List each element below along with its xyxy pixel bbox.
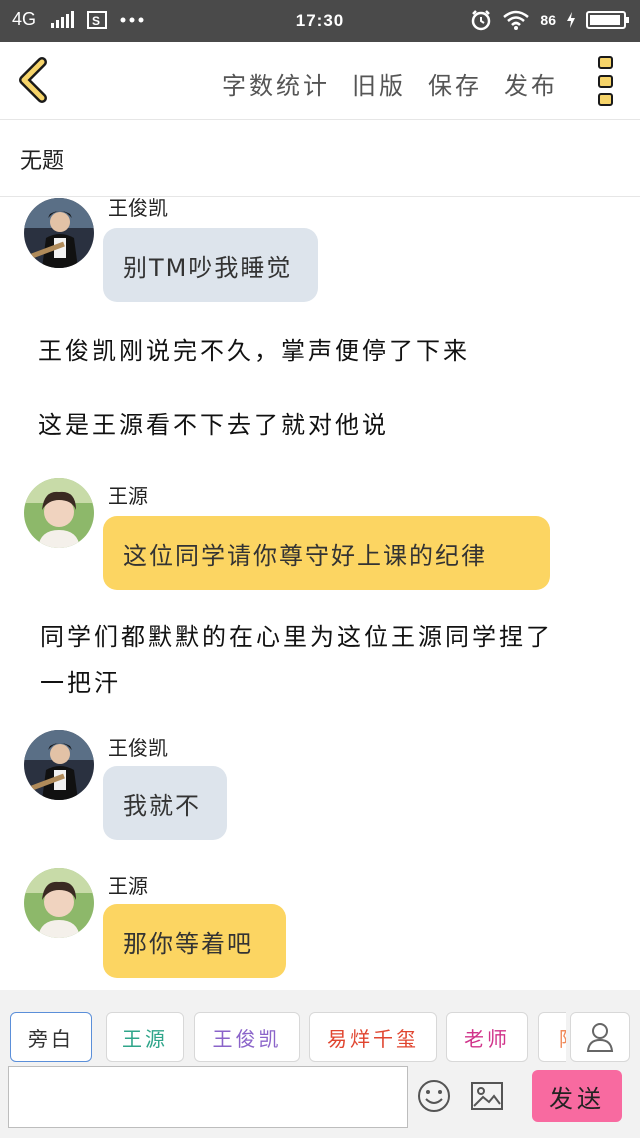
status-right: 86 xyxy=(470,9,629,31)
chat-bubble[interactable]: 我就不 xyxy=(103,766,227,840)
more-dot-icon xyxy=(598,74,613,88)
more-button[interactable] xyxy=(598,56,614,106)
editor-toolbar: 字数统计 旧版 保存 发布 xyxy=(0,42,640,120)
avatar-image-icon xyxy=(24,868,94,938)
speaker-name: 王源 xyxy=(108,484,148,508)
role-chip-wangyuan[interactable]: 王源 xyxy=(106,1012,184,1062)
avatar-image-icon xyxy=(24,730,94,800)
role-chip-yiyangqianxi[interactable]: 易烊千玺 xyxy=(309,1012,437,1062)
role-label: 陌 xyxy=(559,1023,566,1052)
chat-bubble[interactable]: 别TM吵我睡觉 xyxy=(103,228,318,302)
avatar-wangyuan xyxy=(24,478,94,548)
narration-text[interactable]: 这是王源看不下去了就对他说 xyxy=(38,402,389,448)
battery-icon xyxy=(586,11,629,29)
person-icon xyxy=(586,1023,614,1052)
wifi-icon xyxy=(503,10,530,30)
doc-title: 无题 xyxy=(20,149,65,174)
avatar-wangjunkai xyxy=(24,198,94,268)
avatar-image-icon xyxy=(24,478,94,548)
role-label: 王俊凯 xyxy=(212,1026,282,1051)
more-dot-icon xyxy=(598,56,613,69)
battery-level: 86 xyxy=(540,12,556,28)
publish-button[interactable]: 发布 xyxy=(504,66,558,101)
speaker-name: 王俊凯 xyxy=(108,736,168,760)
role-chip-teacher[interactable]: 老师 xyxy=(446,1012,528,1062)
role-label: 老师 xyxy=(464,1026,510,1051)
composer-panel: 旁白 王源 王俊凯 易烊千玺 老师 陌 发送 xyxy=(0,990,640,1138)
role-chip-narrator[interactable]: 旁白 xyxy=(10,1012,92,1062)
avatar-wangyuan xyxy=(24,868,94,938)
image-button[interactable] xyxy=(469,1078,505,1114)
save-button[interactable]: 保存 xyxy=(428,66,482,101)
chat-bubble[interactable]: 这位同学请你尊守好上课的纪律 xyxy=(103,516,550,590)
back-button[interactable] xyxy=(14,56,58,104)
send-button[interactable]: 发送 xyxy=(532,1070,622,1122)
chat-bubble[interactable]: 那你等着吧 xyxy=(103,904,286,978)
toolbar-actions: 字数统计 旧版 保存 发布 xyxy=(222,66,558,101)
more-dot-icon xyxy=(598,93,613,106)
role-chips: 旁白 王源 王俊凯 易烊千玺 老师 陌 xyxy=(10,1012,566,1062)
image-icon xyxy=(471,1082,503,1110)
narration-line: 一把汗 xyxy=(40,669,121,697)
emoji-button[interactable] xyxy=(416,1078,452,1114)
smiley-icon xyxy=(418,1080,450,1112)
avatar-image-icon xyxy=(24,198,94,268)
status-bar: 4G S 17:30 86 xyxy=(0,0,640,42)
old-version-button[interactable]: 旧版 xyxy=(352,66,406,101)
avatar-wangjunkai xyxy=(24,730,94,800)
narration-line: 同学们都默默的在心里为这位王源同学捏了 xyxy=(40,623,553,651)
story-content[interactable]: 王俊凯 别TM吵我睡觉 王俊凯刚说完不久，掌声便停了下来 这是王源看不下去了就对… xyxy=(0,198,640,990)
speaker-name: 王俊凯 xyxy=(108,198,168,220)
message-input[interactable] xyxy=(8,1066,408,1128)
role-chip-partial[interactable]: 陌 xyxy=(538,1012,566,1062)
alarm-icon xyxy=(472,10,491,31)
narration-text[interactable]: 同学们都默默的在心里为这位王源同学捏了 一把汗 xyxy=(40,614,620,706)
speaker-name: 王源 xyxy=(108,874,148,898)
word-count-button[interactable]: 字数统计 xyxy=(222,66,330,101)
chevron-left-icon xyxy=(19,57,47,103)
role-label: 王源 xyxy=(122,1026,168,1051)
role-label: 易烊千玺 xyxy=(327,1026,419,1051)
role-label: 旁白 xyxy=(28,1026,74,1051)
role-chip-wangjunkai[interactable]: 王俊凯 xyxy=(194,1012,300,1062)
title-row[interactable]: 无题 xyxy=(0,121,640,197)
narration-text[interactable]: 王俊凯刚说完不久，掌声便停了下来 xyxy=(38,328,470,374)
add-role-button[interactable] xyxy=(570,1012,630,1062)
charging-icon xyxy=(567,12,575,28)
